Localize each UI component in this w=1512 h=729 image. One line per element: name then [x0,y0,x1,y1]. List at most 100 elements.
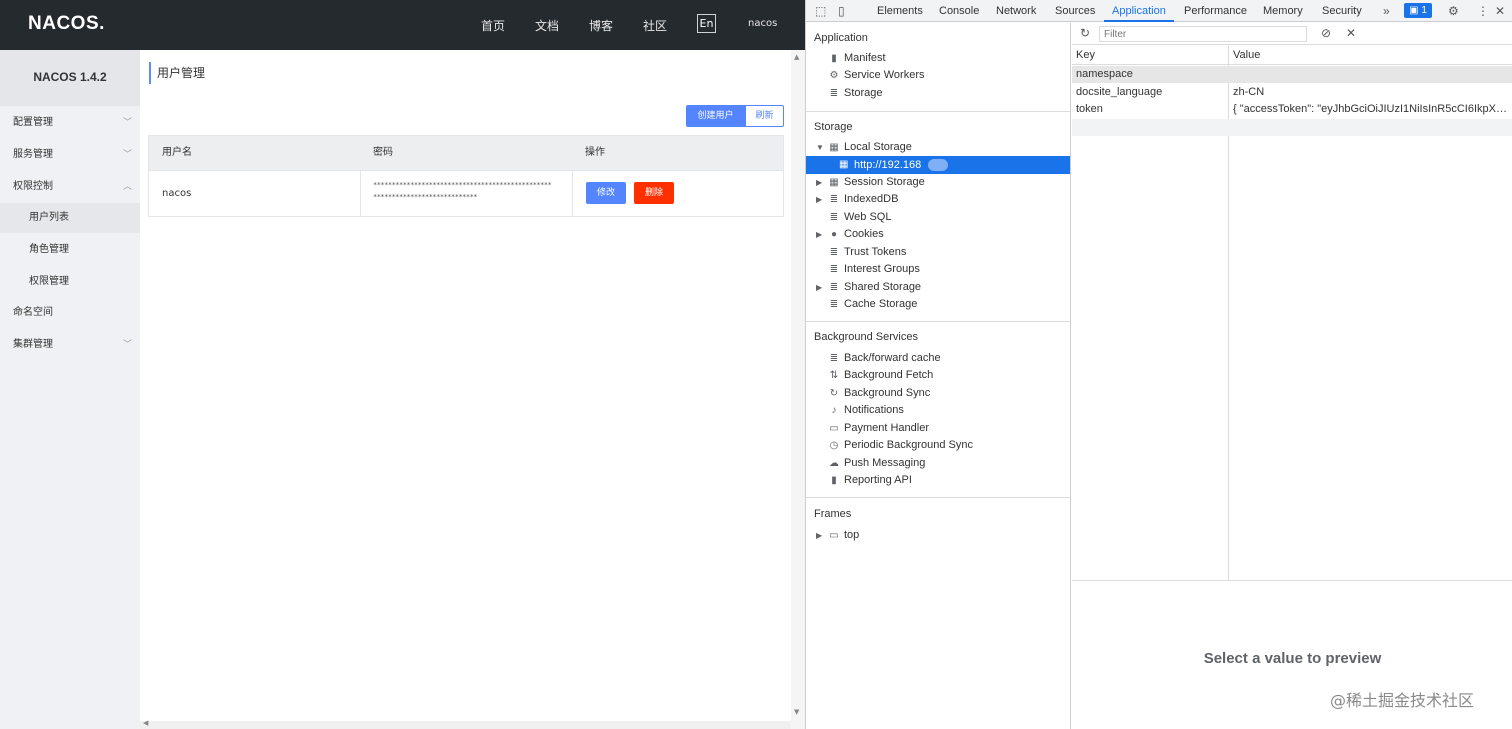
divider [806,111,1070,112]
grid-icon: ▦ [829,142,839,153]
tree-label: Cache Storage [844,298,918,310]
menu-service-management[interactable]: 服务管理 ﹀ [0,140,140,170]
current-user[interactable]: nacos [748,18,777,29]
tab-security[interactable]: Security [1322,0,1362,22]
language-switch-button[interactable]: En [697,14,716,33]
cell-key: token [1076,103,1103,115]
tree-cache-storage[interactable]: ≣ Cache Storage [827,296,918,313]
tree-payment-handler[interactable]: ▭ Payment Handler [827,420,929,437]
tree-web-sql[interactable]: ≣ Web SQL [827,209,892,226]
collapsed-arrow-icon[interactable]: ▶ [816,279,822,296]
nav-home[interactable]: 首页 [481,17,505,34]
preview-placeholder: Select a value to preview [1203,650,1382,667]
tree-background-sync[interactable]: ↻ Background Sync [827,385,930,402]
tab-performance[interactable]: Performance [1184,0,1247,22]
tree-interest-groups[interactable]: ≣ Interest Groups [827,261,920,278]
tree-back-forward-cache[interactable]: ≣ Back/forward cache [827,350,941,367]
menu-label: 配置管理 [13,117,53,128]
delete-button[interactable]: 删除 [634,182,674,204]
collapsed-arrow-icon[interactable]: ▶ [816,527,822,544]
tree-indexeddb[interactable]: ▶ ≣ IndexedDB [816,191,898,208]
horizontal-scrollbar[interactable]: ◀ [140,719,791,729]
application-sidebar: Application ▮ Manifest ⚙ Service Workers ≣… [806,23,1071,729]
tree-label: http://192.168 [854,159,922,171]
close-devtools-icon[interactable]: ✕ [1495,2,1505,20]
header-key[interactable]: Key [1076,47,1095,64]
filter-input[interactable] [1099,26,1307,42]
cell-key: docsite_language [1076,86,1163,98]
watermark: @稀土掘金技术社区 [1330,691,1475,710]
tree-label: Background Fetch [844,369,934,381]
menu-cluster-management[interactable]: 集群管理 ﹀ [0,330,140,360]
tab-console[interactable]: Console [939,0,979,22]
scroll-up-icon[interactable]: ▲ [794,53,799,61]
menu-access-control[interactable]: 权限控制 ︿ [0,172,140,202]
tab-network[interactable]: Network [996,0,1036,22]
tree-periodic-background-sync[interactable]: ◷ Periodic Background Sync [827,437,973,454]
nacos-logo[interactable]: NACOS. [28,13,105,35]
database-icon: ≣ [829,264,839,275]
tree-session-storage[interactable]: ▶ ▦ Session Storage [816,174,925,191]
clear-all-icon[interactable]: ⊘ [1321,24,1331,42]
tree-reporting-api[interactable]: ▮ Reporting API [827,472,912,489]
tab-sources[interactable]: Sources [1055,0,1095,22]
tree-service-workers[interactable]: ⚙ Service Workers [827,67,925,84]
inspect-element-icon[interactable]: ⬚ [815,2,826,20]
more-tabs-icon[interactable]: » [1383,2,1390,20]
refresh-icon[interactable]: ↻ [1080,24,1090,42]
nav-community[interactable]: 社区 [643,17,667,34]
tree-label: top [844,529,860,541]
tree-local-storage-origin[interactable]: ▦ http://192.168 [806,156,1070,174]
menu-config-management[interactable]: 配置管理 ﹀ [0,108,140,138]
tree-local-storage[interactable]: ▼ ▦ Local Storage [816,139,912,156]
menu-label: 命名空间 [13,307,53,318]
create-user-button[interactable]: 创建用户 [686,105,745,127]
tree-manifest[interactable]: ▮ Manifest [827,50,885,67]
header-actions: 操作 [585,147,605,158]
delete-selected-icon[interactable]: ✕ [1346,24,1356,42]
device-toolbar-icon[interactable]: ▯ [838,2,845,20]
cell-username: nacos [162,188,192,199]
tab-application[interactable]: Application [1104,0,1174,22]
table-row[interactable]: docsite_language zh-CN [1072,84,1512,101]
tree-frame-top[interactable]: ▶ ▭ top [816,527,860,544]
tree-storage[interactable]: ≣ Storage [827,85,883,102]
more-options-icon[interactable]: ⋮ [1477,2,1489,20]
cloud-icon: ☁ [829,458,839,469]
refresh-button[interactable]: 刷新 [745,105,784,127]
settings-gear-icon[interactable]: ⚙ [1448,2,1459,20]
tree-trust-tokens[interactable]: ≣ Trust Tokens [827,244,907,261]
scroll-left-icon[interactable]: ◀ [143,719,148,727]
file-icon: ▮ [831,53,837,64]
tree-label: Push Messaging [844,457,926,469]
header-value[interactable]: Value [1233,47,1508,64]
tree-push-messaging[interactable]: ☁ Push Messaging [827,455,925,472]
nav-blog[interactable]: 博客 [589,17,613,34]
menu-role-management[interactable]: 角色管理 [0,235,140,265]
menu-permission-management[interactable]: 权限管理 [0,267,140,297]
edit-button[interactable]: 修改 [586,182,626,204]
table-row[interactable]: token { "accessToken": "eyJhbGciOiJIUzI1… [1072,101,1512,118]
tab-elements[interactable]: Elements [877,0,923,22]
menu-user-list[interactable]: 用户列表 [0,203,140,233]
tree-notifications[interactable]: ♪ Notifications [827,402,904,419]
tree-cookies[interactable]: ▶ ● Cookies [816,226,884,243]
divider [806,497,1070,498]
nav-docs[interactable]: 文档 [535,17,559,34]
scroll-down-icon[interactable]: ▼ [794,708,799,716]
issues-badge[interactable]: ▣ 1 [1404,3,1432,18]
tab-memory[interactable]: Memory [1263,0,1303,22]
tree-label: Service Workers [844,69,925,81]
cell-password: ****************************************… [373,179,552,203]
tree-shared-storage[interactable]: ▶ ≣ Shared Storage [816,279,921,296]
file-icon: ▮ [831,475,837,486]
vertical-scrollbar[interactable]: ▲ ▼ [791,50,805,729]
menu-namespace[interactable]: 命名空间 [0,298,140,328]
expanded-arrow-icon[interactable]: ▼ [816,139,824,156]
tree-background-fetch[interactable]: ⇅ Background Fetch [827,367,933,384]
collapsed-arrow-icon[interactable]: ▶ [816,174,822,191]
collapsed-arrow-icon[interactable]: ▶ [816,191,822,208]
key-value-grid: Key Value namespace docsite_language zh-… [1072,46,1512,580]
table-row[interactable]: namespace [1072,66,1512,83]
collapsed-arrow-icon[interactable]: ▶ [816,226,822,243]
